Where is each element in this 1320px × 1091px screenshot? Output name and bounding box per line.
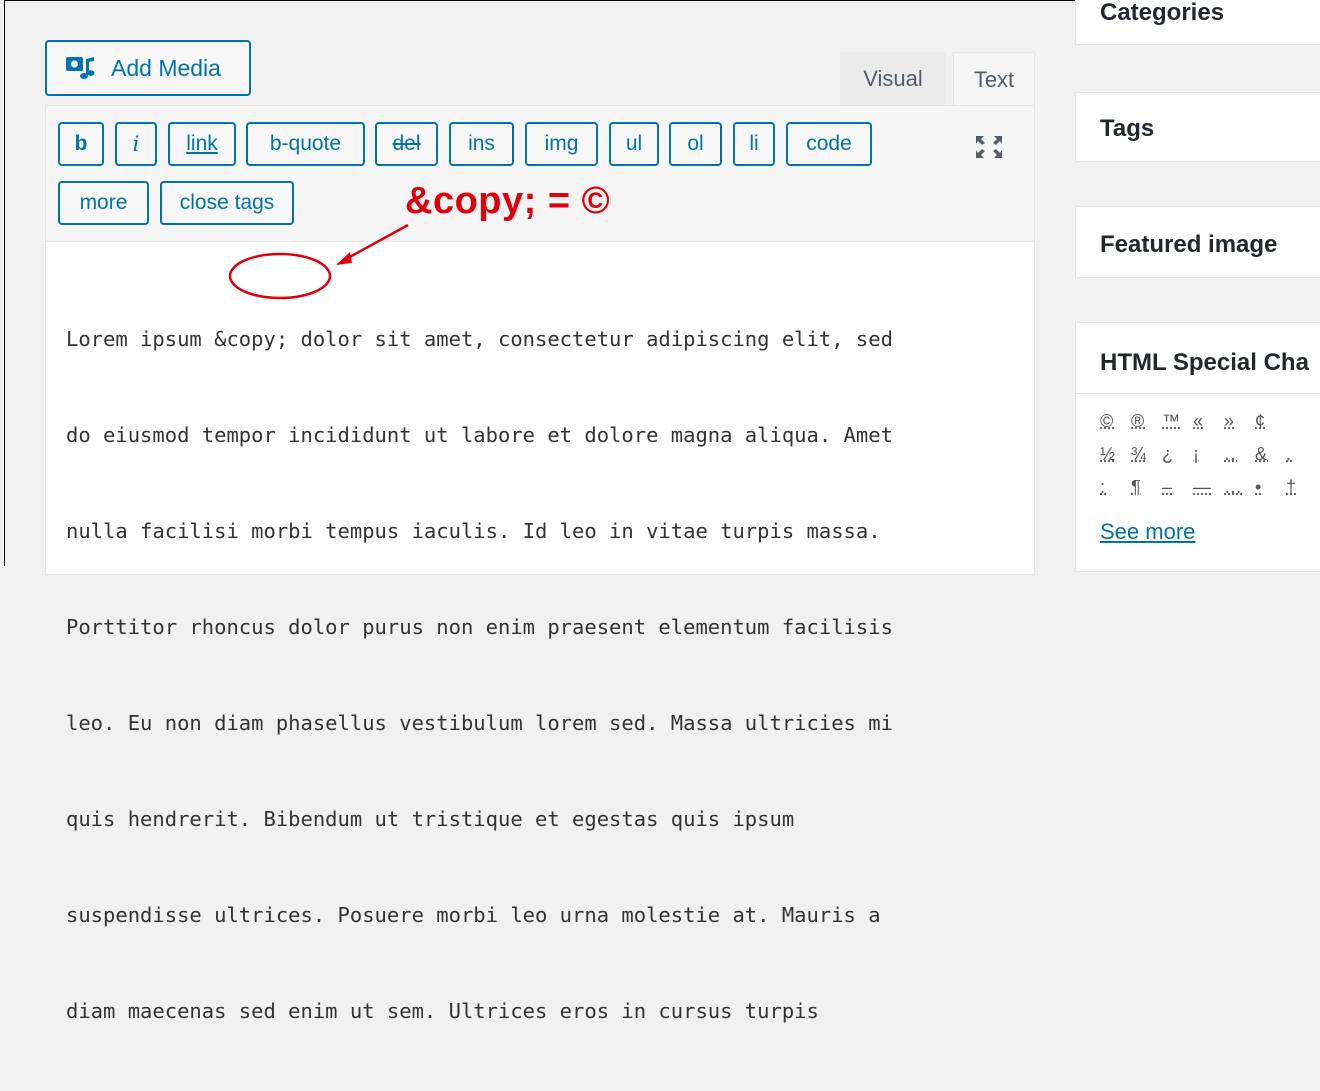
char-bull[interactable]: • (1255, 477, 1286, 498)
char-mdash[interactable]: — (1193, 477, 1224, 498)
annotation-arrow-line (346, 225, 408, 259)
featured-image-panel: Featured image (1075, 206, 1320, 278)
see-more-link[interactable]: See more (1100, 519, 1195, 545)
special-chars-row-1: © ® ™ «» ¢ (1100, 411, 1286, 432)
special-chars-title[interactable]: HTML Special Cha (1100, 349, 1309, 377)
char-copy[interactable]: © (1100, 411, 1131, 432)
char-amp[interactable]: & (1255, 444, 1286, 465)
editor-line: suspendisse ultrices. Posuere morbi leo … (66, 899, 1016, 931)
char-period[interactable]: . (1286, 444, 1317, 465)
char-raquo[interactable]: » (1224, 411, 1255, 432)
char-half[interactable]: ½ (1100, 444, 1131, 465)
char-colon[interactable]: : (1100, 477, 1131, 498)
annotation-label: &copy; = © (405, 180, 610, 223)
editor-line: diam maecenas sed enim ut sem. Ultrices … (66, 995, 1016, 1027)
special-chars-row-3: : ¶ – —… • † (1100, 477, 1317, 498)
char-three-quarters[interactable]: ¾ (1131, 444, 1162, 465)
char-ndash[interactable]: – (1162, 477, 1193, 498)
editor-line: quis hendrerit. Bibendum ut tristique et… (66, 803, 1016, 835)
panel-divider (1076, 393, 1320, 394)
char-iquest[interactable]: ¿ (1162, 444, 1193, 465)
char-hellip[interactable]: … (1224, 477, 1255, 498)
char-iexcl[interactable]: ¡ (1193, 444, 1224, 465)
char-two-dot[interactable]: ‥ (1224, 444, 1255, 465)
categories-panel: Categories (1075, 0, 1320, 45)
annotation-arrow-head (336, 252, 352, 265)
tags-title[interactable]: Tags (1100, 115, 1154, 143)
special-chars-panel: HTML Special Cha © ® ™ «» ¢ ½ ¾ ¿ ¡ ‥ &. : ¶ – —… • † … (1075, 322, 1320, 572)
char-laquo[interactable]: « (1193, 411, 1224, 432)
char-trade[interactable]: ™ (1162, 411, 1193, 432)
special-chars-row-2: ½ ¾ ¿ ¡ ‥ &. (1100, 444, 1317, 465)
featured-image-title[interactable]: Featured image (1100, 231, 1277, 259)
char-cent[interactable]: ¢ (1255, 411, 1286, 432)
char-dagger[interactable]: † (1286, 477, 1317, 498)
categories-title[interactable]: Categories (1100, 0, 1224, 27)
editor-line: leo. Eu non diam phasellus vestibulum lo… (66, 707, 1016, 739)
editor-line: Porttitor rhoncus dolor purus non enim p… (66, 611, 1016, 643)
tags-panel: Tags (1075, 92, 1320, 162)
char-reg[interactable]: ® (1131, 411, 1162, 432)
annotation-circle (230, 254, 330, 298)
char-para[interactable]: ¶ (1131, 477, 1162, 498)
